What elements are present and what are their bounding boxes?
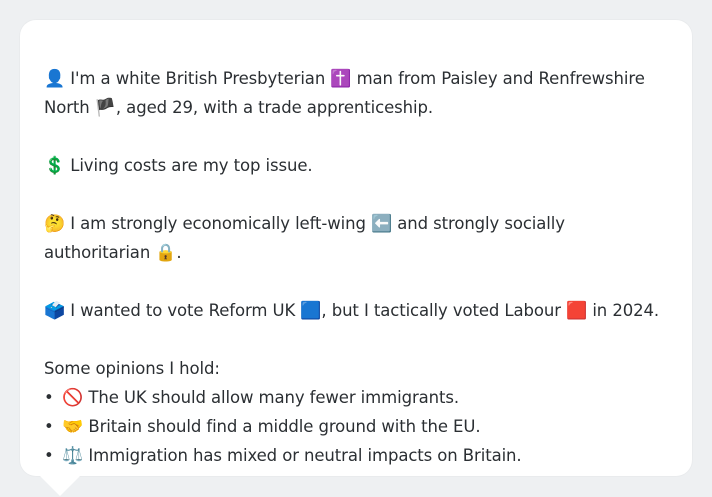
opinion-text: Immigration has mixed or neutral impacts… <box>88 446 522 465</box>
opinions-list: • 🚫 The UK should allow many fewer immig… <box>44 383 668 470</box>
ideology-text-3: . <box>176 243 182 262</box>
speech-bubble-tail <box>40 476 80 496</box>
bullet: • <box>44 417 54 436</box>
prohibited-icon: 🚫 <box>62 388 84 408</box>
scotland-flag-icon: 🏴 <box>94 98 116 118</box>
issue-paragraph: 💲 Living costs are my top issue. <box>44 151 668 180</box>
person-icon: 👤 <box>44 69 66 89</box>
intro-text-1: I'm a white British Presbyterian <box>70 69 326 88</box>
opinions-heading: Some opinions I hold: <box>44 359 220 378</box>
persona-card: 👤 I'm a white British Presbyterian ✝️ ma… <box>20 20 692 476</box>
list-item: • 🚫 The UK should allow many fewer immig… <box>44 383 668 412</box>
intro-paragraph: 👤 I'm a white British Presbyterian ✝️ ma… <box>44 64 668 122</box>
opinions-section: Some opinions I hold: • 🚫 The UK should … <box>44 354 668 470</box>
opinion-text: The UK should allow many fewer immigrant… <box>88 388 460 407</box>
bullet: • <box>44 446 54 465</box>
thinking-face-icon: 🤔 <box>44 214 66 234</box>
balance-scale-icon: ⚖️ <box>62 446 84 466</box>
ideology-paragraph: 🤔 I am strongly economically left-wing ⬅… <box>44 209 668 267</box>
intro-text-3: North <box>44 98 90 117</box>
vote-text-2: , but I tactically voted Labour <box>321 301 561 320</box>
red-square-icon: 🟥 <box>566 301 588 321</box>
handshake-icon: 🤝 <box>62 417 84 437</box>
dollar-icon: 💲 <box>44 156 66 176</box>
left-arrow-icon: ⬅️ <box>371 214 393 234</box>
intro-text-2: man from Paisley and Renfrewshire <box>356 69 645 88</box>
vote-text-1: I wanted to vote Reform UK <box>70 301 296 320</box>
lock-icon: 🔒 <box>155 243 177 263</box>
ideology-text-1: I am strongly economically left-wing <box>70 214 366 233</box>
issue-text: Living costs are my top issue. <box>70 156 313 175</box>
list-item: • ⚖️ Immigration has mixed or neutral im… <box>44 441 668 470</box>
intro-text-4: , aged 29, with a trade apprenticeship. <box>115 98 433 117</box>
ballot-box-icon: 🗳️ <box>44 301 66 321</box>
vote-paragraph: 🗳️ I wanted to vote Reform UK 🟦, but I t… <box>44 296 668 325</box>
cross-icon: ✝️ <box>330 69 352 89</box>
vote-text-3: in 2024. <box>592 301 660 320</box>
list-item: • 🤝 Britain should find a middle ground … <box>44 412 668 441</box>
bullet: • <box>44 388 54 407</box>
opinion-text: Britain should find a middle ground with… <box>88 417 481 436</box>
blue-square-icon: 🟦 <box>300 301 322 321</box>
